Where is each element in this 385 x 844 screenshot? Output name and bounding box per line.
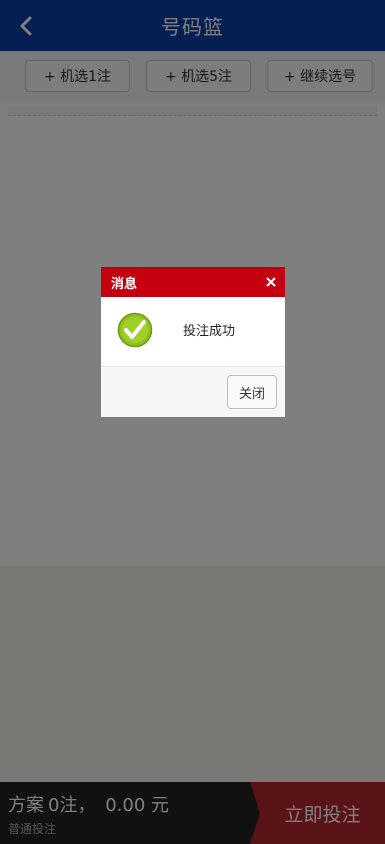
message-dialog: 消息 投注成功 关闭: [101, 267, 285, 417]
dialog-footer: 关闭: [101, 366, 285, 417]
check-circle-icon: [117, 312, 153, 348]
close-icon[interactable]: [265, 276, 277, 288]
dialog-close-button[interactable]: 关闭: [227, 375, 277, 409]
modal-overlay[interactable]: [0, 0, 385, 844]
dialog-title: 消息: [111, 276, 138, 292]
dialog-message: 投注成功: [183, 324, 236, 339]
dialog-header: 消息: [101, 267, 285, 297]
dialog-body: 投注成功: [101, 297, 285, 366]
